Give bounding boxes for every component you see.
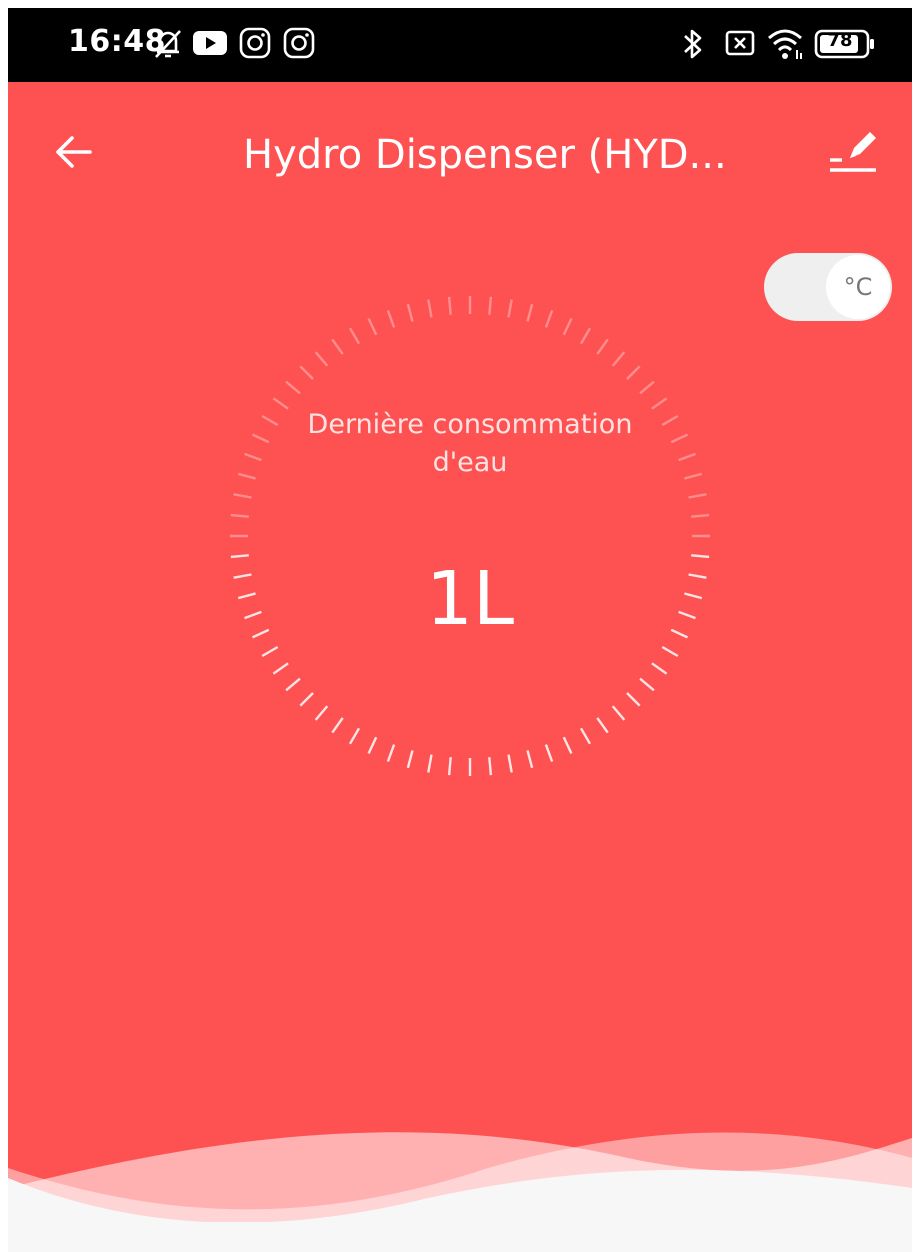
dial-tick bbox=[314, 351, 329, 367]
dial-tick bbox=[237, 592, 256, 600]
dial-tick bbox=[233, 493, 252, 499]
dial-tick bbox=[367, 317, 378, 336]
wave-decoration bbox=[8, 1132, 912, 1252]
dial-tick bbox=[562, 317, 573, 336]
dial-tick bbox=[244, 610, 262, 620]
app-bar: Hydro Dispenser (HYD... bbox=[8, 82, 912, 232]
dial-tick bbox=[285, 677, 301, 692]
dial-tick bbox=[237, 472, 256, 480]
instagram-icon bbox=[239, 27, 271, 59]
dial-tick bbox=[684, 592, 703, 600]
dial-tick bbox=[688, 493, 707, 499]
dial-tick bbox=[507, 754, 513, 773]
dial-tick bbox=[544, 310, 554, 328]
dial-tick bbox=[233, 573, 252, 579]
dial-tick bbox=[670, 433, 689, 444]
dial-tick bbox=[272, 662, 289, 675]
instagram-icon bbox=[283, 27, 315, 59]
status-bar: 16:48 78 bbox=[8, 8, 912, 82]
dial-tick bbox=[688, 573, 707, 579]
unit-toggle-knob: °C bbox=[826, 255, 890, 319]
dial-tick bbox=[639, 677, 655, 692]
dial-tick bbox=[314, 705, 329, 721]
dial-tick bbox=[626, 692, 641, 707]
dial-tick bbox=[611, 705, 626, 721]
edit-button[interactable] bbox=[826, 120, 882, 180]
dial-tick bbox=[488, 757, 493, 776]
dial-tick bbox=[367, 736, 378, 755]
dial-tick bbox=[684, 472, 703, 480]
dial-tick bbox=[230, 554, 249, 559]
dial-tick bbox=[562, 736, 573, 755]
dial-tick bbox=[544, 744, 554, 762]
dial-tick bbox=[406, 303, 414, 322]
youtube-icon bbox=[193, 31, 227, 55]
dial-tick bbox=[447, 757, 452, 776]
dial-tick bbox=[386, 310, 396, 328]
dial-tick bbox=[251, 433, 270, 444]
dial-tick bbox=[507, 299, 513, 318]
dial-tick bbox=[230, 513, 249, 518]
dial-tick bbox=[596, 338, 609, 355]
dial-tick bbox=[386, 744, 396, 762]
bell-off-icon bbox=[155, 30, 181, 58]
dial-tick bbox=[526, 750, 534, 769]
dial-tick bbox=[348, 727, 361, 745]
dial-tick bbox=[427, 299, 433, 318]
battery-level: 78 bbox=[827, 30, 853, 51]
dial-tick bbox=[285, 380, 301, 395]
dial-tick bbox=[406, 750, 414, 769]
dial-tick bbox=[670, 628, 689, 639]
page-title: Hydro Dispenser (HYD... bbox=[243, 132, 727, 178]
dial-tick bbox=[639, 380, 655, 395]
dial-tick bbox=[299, 365, 314, 380]
dial-tick bbox=[678, 452, 696, 462]
wifi-icon bbox=[768, 29, 802, 59]
dial-tick bbox=[651, 662, 668, 675]
dial-tick bbox=[331, 717, 344, 734]
dial-tick bbox=[579, 327, 592, 345]
dial-tick bbox=[299, 692, 314, 707]
dial-tick bbox=[488, 296, 493, 315]
sim-off-icon bbox=[725, 30, 755, 56]
consumption-label: Dernière consommation d'eau bbox=[307, 409, 633, 478]
dial-tick bbox=[427, 754, 433, 773]
dial-tick bbox=[691, 513, 710, 518]
dial-tick bbox=[579, 727, 592, 745]
dial-tick bbox=[251, 628, 270, 639]
temperature-unit-toggle[interactable]: °C bbox=[764, 253, 892, 321]
dial-tick bbox=[661, 645, 679, 658]
dial-tick bbox=[526, 303, 534, 322]
dial-tick bbox=[678, 610, 696, 620]
dial-tick bbox=[348, 327, 361, 345]
dial-tick bbox=[244, 452, 262, 462]
dial-tick bbox=[626, 365, 641, 380]
app-screen: 16:48 78 Hydro Dispenser (HYD... °C Dern… bbox=[8, 8, 912, 1252]
dial-tick bbox=[261, 645, 279, 658]
dial-tick bbox=[691, 554, 710, 559]
consumption-value: 1L bbox=[425, 556, 515, 642]
back-button[interactable] bbox=[48, 127, 98, 177]
consumption-dial bbox=[230, 296, 710, 776]
dial-tick bbox=[611, 351, 626, 367]
dial-tick bbox=[331, 338, 344, 355]
dial-tick bbox=[447, 296, 452, 315]
dial-tick bbox=[596, 717, 609, 734]
unit-label: °C bbox=[843, 273, 873, 301]
bluetooth-icon bbox=[684, 29, 702, 59]
